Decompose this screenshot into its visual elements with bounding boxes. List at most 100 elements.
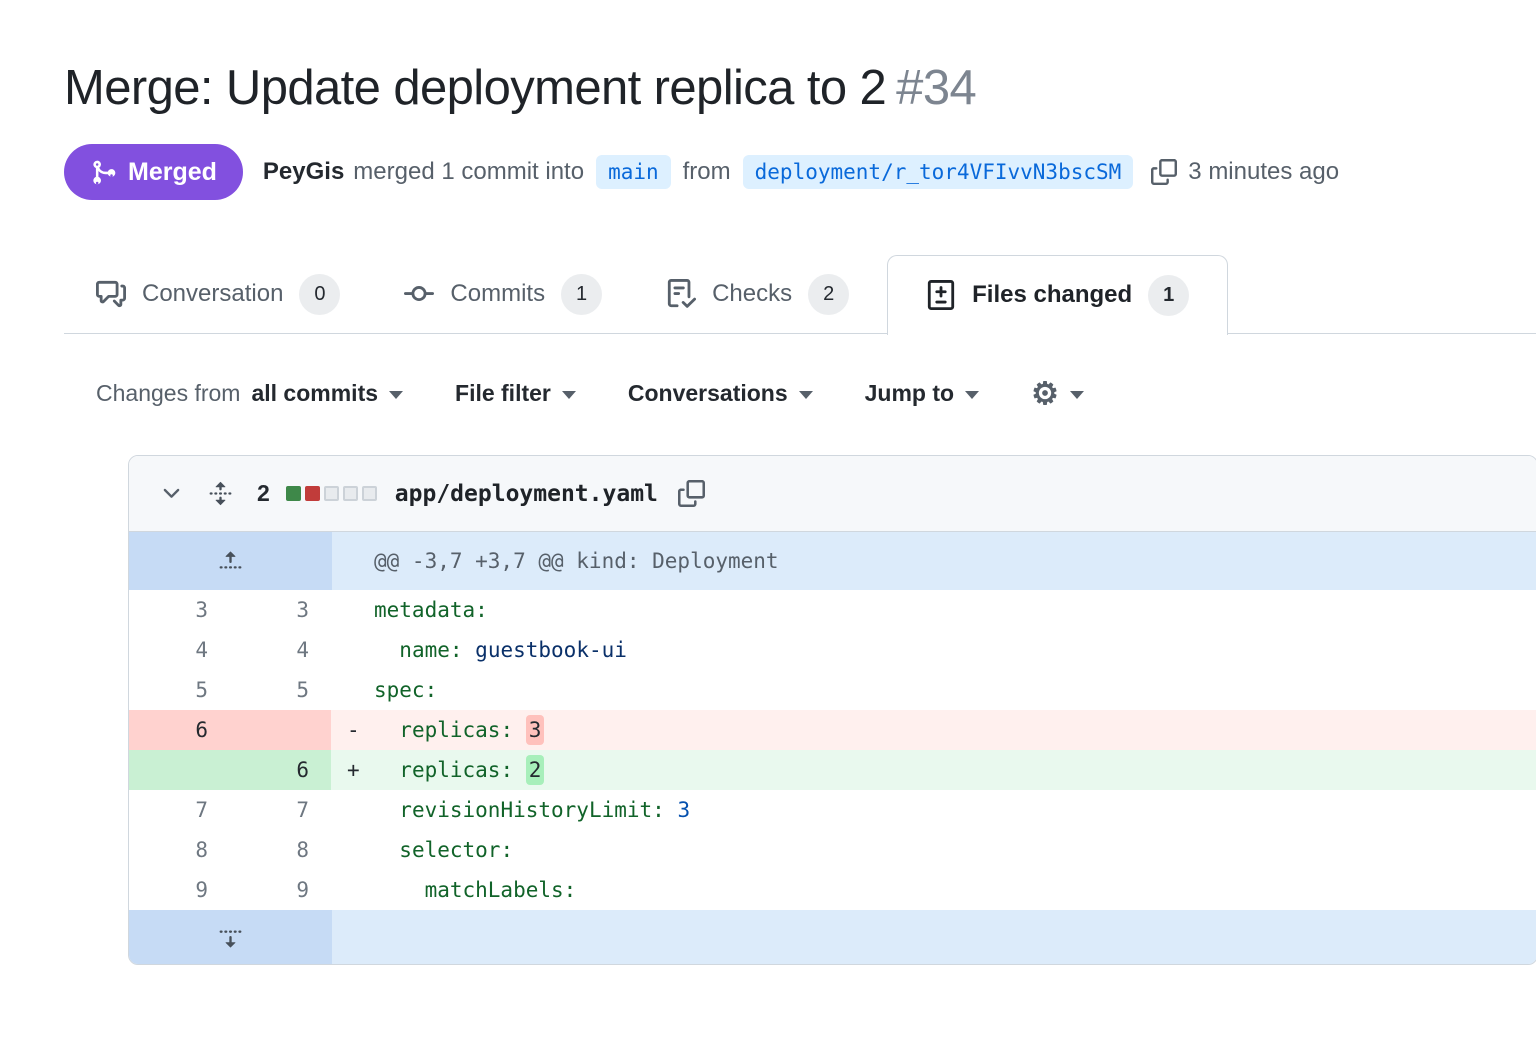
code-line: spec: — [331, 670, 1536, 710]
old-line-number[interactable]: 4 — [129, 630, 230, 670]
chevron-down-icon — [799, 391, 813, 399]
code-line: selector: — [331, 830, 1536, 870]
diff-toolbar: Changes from all commits File filter Con… — [64, 378, 1536, 409]
code-segment — [374, 718, 399, 742]
hunk-header-text: @@ -3,7 +3,7 @@ kind: Deployment — [332, 532, 1536, 590]
code-segment: 3 — [526, 715, 545, 745]
diff-row-add: 6+ replicas: 2 — [129, 750, 1536, 790]
diff-sign — [347, 830, 374, 870]
new-line-number[interactable]: 4 — [230, 630, 331, 670]
chevron-down-icon — [159, 481, 184, 506]
code-segment: replicas: — [399, 758, 513, 782]
merge-timestamp: 3 minutes ago — [1188, 158, 1339, 186]
conversations-label: Conversations — [628, 380, 788, 407]
code-segment — [374, 758, 399, 782]
new-line-number[interactable]: 9 — [230, 870, 331, 910]
old-line-number[interactable]: 8 — [129, 830, 230, 870]
diff-row-context: 33 metadata: — [129, 590, 1536, 630]
diffstat-square-removed — [305, 486, 320, 501]
git-commit-icon — [404, 279, 434, 309]
fold-up-icon — [218, 549, 243, 574]
diff-sign: - — [347, 710, 374, 750]
new-line-number[interactable]: 5 — [230, 670, 331, 710]
tab-counter: 1 — [561, 274, 602, 315]
diff-row-context: 88 selector: — [129, 830, 1536, 870]
code-segment — [374, 638, 399, 662]
new-line-number[interactable] — [230, 710, 331, 750]
diff-row-context: 99 matchLabels: — [129, 870, 1536, 910]
chevron-down-icon — [562, 391, 576, 399]
pr-meta-row: Merged PeyGis merged 1 commit into main … — [64, 144, 1536, 200]
diff-row-del: 6- replicas: 3 — [129, 710, 1536, 750]
diff-row-context: 55 spec: — [129, 670, 1536, 710]
diff-row-context: 44 name: guestbook-ui — [129, 630, 1536, 670]
code-segment: metadata: — [374, 598, 488, 622]
code-line: metadata: — [331, 590, 1536, 630]
collapse-file-button[interactable] — [159, 481, 184, 506]
base-branch-label[interactable]: main — [596, 155, 671, 189]
expand-up-button[interactable] — [129, 532, 332, 590]
code-segment — [513, 758, 526, 782]
expand-all-button[interactable] — [208, 481, 233, 506]
diff-row-context: 77 revisionHistoryLimit: 3 — [129, 790, 1536, 830]
new-line-number[interactable]: 7 — [230, 790, 331, 830]
diffstat-square-unchanged — [324, 486, 339, 501]
code-segment — [374, 838, 399, 862]
copy-icon — [678, 480, 705, 507]
comment-discussion-icon — [96, 279, 126, 309]
copy-branch-button[interactable] — [1151, 159, 1177, 185]
code-segment: 3 — [677, 798, 690, 822]
pr-byline: PeyGis merged 1 commit into main from de… — [263, 155, 1339, 189]
code-segment: 2 — [526, 755, 545, 785]
tab-checks[interactable]: Checks 2 — [666, 255, 849, 333]
file-name-link[interactable]: app/deployment.yaml — [395, 481, 658, 507]
byline-action: merged 1 commit into — [353, 158, 584, 186]
file-changes-count: 2 — [257, 480, 270, 507]
code-segment: selector: — [399, 838, 513, 862]
diffstat-square-added — [286, 486, 301, 501]
diff-settings-dropdown[interactable]: ⚙ — [1031, 378, 1084, 409]
code-segment — [463, 638, 476, 662]
old-line-number[interactable]: 7 — [129, 790, 230, 830]
expand-down-button[interactable] — [129, 910, 332, 964]
tab-label: Checks — [712, 280, 792, 308]
new-line-number[interactable]: 3 — [230, 590, 331, 630]
code-line: matchLabels: — [331, 870, 1536, 910]
tab-files-changed[interactable]: Files changed 1 — [887, 255, 1228, 335]
chevron-down-icon — [1070, 391, 1084, 399]
code-line: revisionHistoryLimit: 3 — [331, 790, 1536, 830]
code-segment: matchLabels: — [425, 878, 577, 902]
jump-to-label: Jump to — [865, 380, 954, 407]
author-link[interactable]: PeyGis — [263, 158, 344, 186]
file-filter-dropdown[interactable]: File filter — [455, 380, 576, 407]
fold-down-icon — [218, 925, 243, 950]
tab-label: Commits — [450, 280, 545, 308]
old-line-number[interactable]: 9 — [129, 870, 230, 910]
diff-sign — [347, 670, 374, 710]
tab-conversation[interactable]: Conversation 0 — [96, 255, 340, 333]
pr-page: Merge: Update deployment replica to 2#34… — [0, 60, 1536, 965]
old-line-number[interactable]: 5 — [129, 670, 230, 710]
unfold-icon — [208, 481, 233, 506]
changes-from-value: all commits — [251, 380, 378, 407]
tab-commits[interactable]: Commits 1 — [404, 255, 602, 333]
diff-sign — [347, 870, 374, 910]
diff-rows: 33 metadata:44 name: guestbook-ui55 spec… — [129, 590, 1536, 910]
file-header: 2 app/deployment.yaml — [129, 456, 1536, 532]
old-line-number[interactable]: 3 — [129, 590, 230, 630]
page-title: Merge: Update deployment replica to 2#34 — [64, 60, 1536, 116]
pr-tab-nav: Conversation 0 Commits 1 Checks 2 Files … — [64, 255, 1536, 334]
new-line-number[interactable]: 6 — [230, 750, 331, 790]
diff-body: @@ -3,7 +3,7 @@ kind: Deployment 33 meta… — [129, 532, 1536, 964]
gear-icon: ⚙ — [1031, 378, 1059, 409]
changes-from-dropdown[interactable]: Changes from all commits — [96, 380, 403, 407]
head-branch-label[interactable]: deployment/r_tor4VFIvvN3bscSM — [743, 155, 1134, 189]
copy-file-path-button[interactable] — [678, 480, 705, 507]
code-segment: spec: — [374, 678, 437, 702]
conversations-dropdown[interactable]: Conversations — [628, 380, 813, 407]
old-line-number[interactable] — [129, 750, 230, 790]
new-line-number[interactable]: 8 — [230, 830, 331, 870]
expand-bottom-fill — [332, 910, 1536, 964]
old-line-number[interactable]: 6 — [129, 710, 230, 750]
jump-to-dropdown[interactable]: Jump to — [865, 380, 979, 407]
